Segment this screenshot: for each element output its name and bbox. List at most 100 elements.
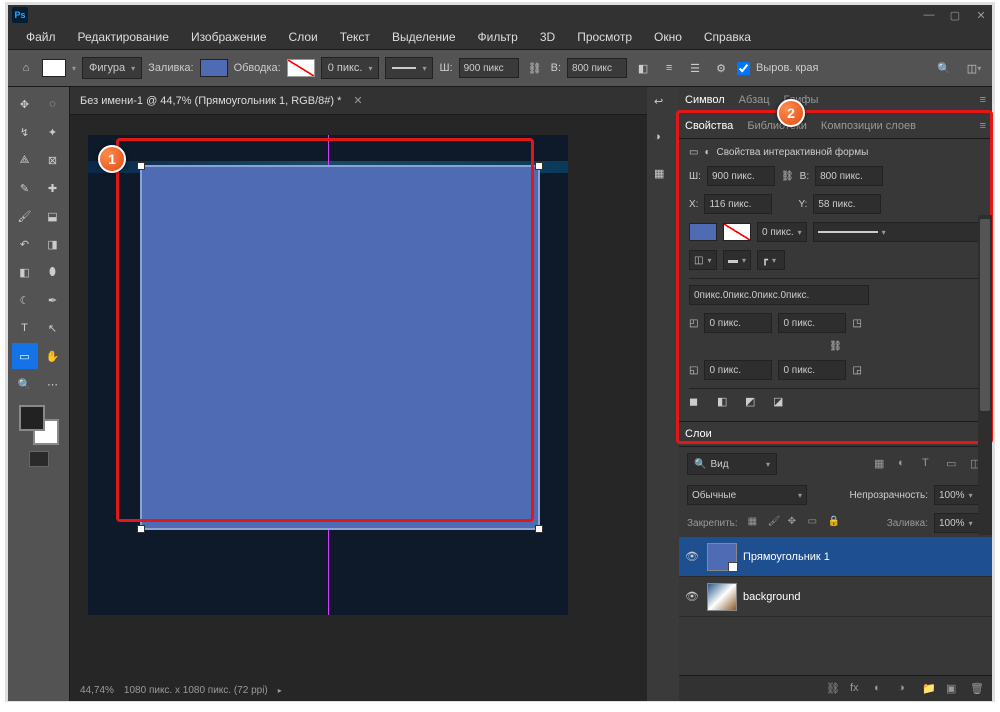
menu-file[interactable]: Файл: [16, 26, 66, 48]
arrange-icon[interactable]: ☰: [685, 58, 705, 78]
handle-bl[interactable]: [137, 525, 145, 533]
crop-tool[interactable]: ⟁: [12, 147, 38, 173]
history-brush-tool[interactable]: ↶: [12, 231, 38, 257]
menu-select[interactable]: Выделение: [382, 26, 466, 48]
scrollbar[interactable]: [978, 215, 992, 535]
stroke-style-select[interactable]: [385, 57, 433, 79]
lasso-tool[interactable]: ↯: [12, 119, 38, 145]
align-edges-checkbox[interactable]: [737, 62, 750, 75]
height-input[interactable]: [567, 58, 627, 78]
pen-tool[interactable]: ✒: [40, 287, 66, 313]
zoom-tool[interactable]: 🔍: [12, 371, 38, 397]
fg-color-swatch[interactable]: [19, 405, 45, 431]
quickmask-icon[interactable]: [29, 451, 49, 467]
stroke-swatch[interactable]: [287, 59, 315, 77]
layer-thumb[interactable]: [707, 583, 737, 611]
filter-type-icon[interactable]: T: [922, 457, 936, 471]
workspace-icon[interactable]: ◫: [964, 58, 984, 78]
marquee-tool[interactable]: ◌: [40, 91, 66, 117]
menu-3d[interactable]: 3D: [530, 26, 565, 48]
rectangle-tool[interactable]: ▭: [12, 343, 38, 369]
wand-tool[interactable]: ✦: [40, 119, 66, 145]
align-icon[interactable]: ≡: [659, 58, 679, 78]
maximize-button[interactable]: ▢: [948, 8, 962, 22]
gear-icon[interactable]: ⚙: [711, 58, 731, 78]
heal-tool[interactable]: ✚: [40, 175, 66, 201]
fill-swatch[interactable]: [200, 59, 228, 77]
history-panel-icon[interactable]: ↩: [654, 95, 672, 113]
path-select-tool[interactable]: ↖: [40, 315, 66, 341]
layer-thumb[interactable]: [707, 543, 737, 571]
prop-stroke-swatch[interactable]: [723, 223, 751, 241]
mask-add-icon[interactable]: ◐: [874, 682, 888, 696]
brush-tool[interactable]: 🖌: [12, 203, 38, 229]
fg-bg-swatch[interactable]: [17, 403, 61, 447]
more-tools[interactable]: ⋯: [40, 371, 66, 397]
menu-filter[interactable]: Фильтр: [468, 26, 528, 48]
lock-position-icon[interactable]: ✥: [788, 516, 802, 530]
layer-name[interactable]: Прямоугольник 1: [743, 551, 830, 563]
dodge-tool[interactable]: ☾: [12, 287, 38, 313]
menu-edit[interactable]: Редактирование: [68, 26, 179, 48]
color-panel-icon[interactable]: ◑: [654, 131, 672, 149]
group-icon[interactable]: 📁: [922, 682, 936, 696]
search-icon[interactable]: 🔍: [934, 58, 954, 78]
tool-preset-swatch[interactable]: [42, 59, 66, 77]
type-tool[interactable]: T: [12, 315, 38, 341]
tab-symbol[interactable]: Символ: [685, 94, 725, 106]
layers-panel: 🔍 Вид ▦ ◐ T ▭ ◫ Обычные Непрозрачность: …: [679, 447, 992, 701]
fill-opacity-input[interactable]: 100%: [934, 513, 984, 533]
filter-adjust-icon[interactable]: ◐: [898, 457, 912, 471]
layer-row[interactable]: 👁 background: [679, 577, 992, 617]
menu-view[interactable]: Просмотр: [567, 26, 642, 48]
eye-icon[interactable]: 👁: [685, 550, 699, 564]
menu-layers[interactable]: Слои: [279, 26, 328, 48]
handle-tr[interactable]: [535, 162, 543, 170]
gradient-tool[interactable]: ◧: [12, 259, 38, 285]
shape-mode-select[interactable]: Фигура: [82, 57, 142, 79]
blend-mode-select[interactable]: Обычные: [687, 485, 807, 505]
menu-text[interactable]: Текст: [330, 26, 380, 48]
panel-menu-icon[interactable]: ≡: [980, 94, 986, 106]
swatches-panel-icon[interactable]: ▦: [654, 167, 672, 185]
handle-br[interactable]: [535, 525, 543, 533]
layer-filter-select[interactable]: 🔍 Вид: [687, 453, 777, 475]
hand-tool[interactable]: ✋: [40, 343, 66, 369]
home-icon[interactable]: ⌂: [16, 58, 36, 78]
menu-help[interactable]: Справка: [694, 26, 761, 48]
frame-tool[interactable]: ⊠: [40, 147, 66, 173]
fill-opacity-label: Заливка:: [887, 518, 928, 529]
lock-all-icon[interactable]: 🔒: [828, 516, 842, 530]
layer-name[interactable]: background: [743, 591, 801, 603]
minimize-button[interactable]: —: [922, 8, 936, 22]
trash-icon[interactable]: 🗑: [970, 682, 984, 696]
lock-artboard-icon[interactable]: ▭: [808, 516, 822, 530]
right-panels: ↩ ◑ ▦ Символ Абзац Глифы ≡ 2 Свойства: [647, 87, 992, 701]
fx-icon[interactable]: fx: [850, 682, 864, 696]
move-tool[interactable]: ✥: [12, 91, 38, 117]
adjustment-icon[interactable]: ◑: [898, 682, 912, 696]
filter-pixel-icon[interactable]: ▦: [874, 457, 888, 471]
document-tab[interactable]: Без имени-1 @ 44,7% (Прямоугольник 1, RG…: [70, 87, 647, 115]
opacity-input[interactable]: 100%: [934, 485, 984, 505]
filter-shape-icon[interactable]: ▭: [946, 457, 960, 471]
link-layers-icon[interactable]: ⛓: [826, 682, 840, 696]
blur-tool[interactable]: ⬮: [40, 259, 66, 285]
tab-paragraph[interactable]: Абзац: [739, 94, 770, 106]
stroke-size-select[interactable]: 0 пикс.: [321, 57, 380, 79]
new-layer-icon[interactable]: ▣: [946, 682, 960, 696]
lock-paint-icon[interactable]: 🖌: [768, 516, 782, 530]
layer-row[interactable]: 👁 Прямоугольник 1: [679, 537, 992, 577]
stamp-tool[interactable]: ⬓: [40, 203, 66, 229]
menu-window[interactable]: Окно: [644, 26, 692, 48]
menu-image[interactable]: Изображение: [181, 26, 277, 48]
eyedropper-tool[interactable]: ✎: [12, 175, 38, 201]
close-icon[interactable]: ✕: [353, 94, 362, 107]
width-input[interactable]: [459, 58, 519, 78]
pathops-icon[interactable]: ◧: [633, 58, 653, 78]
eye-icon[interactable]: 👁: [685, 590, 699, 604]
lock-pixels-icon[interactable]: ▦: [748, 516, 762, 530]
close-button[interactable]: ✕: [974, 8, 988, 22]
eraser-tool[interactable]: ◨: [40, 231, 66, 257]
link-wh-icon[interactable]: ⛓: [525, 58, 545, 78]
